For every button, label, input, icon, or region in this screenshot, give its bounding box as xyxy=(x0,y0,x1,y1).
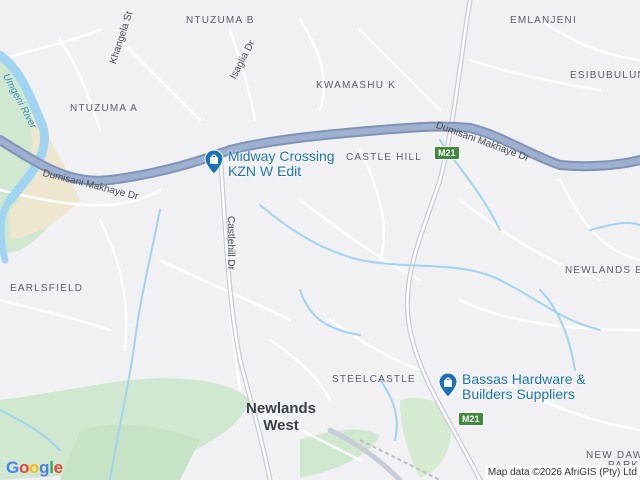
suburb-label-newlands-west[interactable]: Newlands West xyxy=(246,400,316,434)
area-label-ntuzuma-b: NTUZUMA B xyxy=(186,15,255,26)
area-label-steelcastle: STEELCASTLE xyxy=(332,374,416,385)
area-label-esibubulungu: ESIBUBULUN xyxy=(570,70,640,81)
poi-bassas-hardware-line2: Builders Suppliers xyxy=(462,386,575,402)
poi-midway-crossing[interactable]: Midway Crossing KZN W Edit xyxy=(204,149,335,179)
area-label-newlands-east: NEWLANDS EA xyxy=(565,265,640,276)
poi-bassas-hardware-label: Bassas Hardware & Builders Suppliers xyxy=(462,372,586,402)
shopping-bag-icon xyxy=(438,372,458,398)
route-shield-m21-bottom: M21 xyxy=(458,412,484,426)
map-base-layer xyxy=(0,0,640,480)
area-label-ntuzuma-a: NTUZUMA A xyxy=(70,103,139,114)
poi-bassas-hardware-line1: Bassas Hardware & xyxy=(462,371,586,387)
poi-bassas-hardware[interactable]: Bassas Hardware & Builders Suppliers xyxy=(438,372,586,402)
area-label-kwamashu-k: KWAMASHU K xyxy=(316,80,396,91)
route-shield-m21-top: M21 xyxy=(434,146,460,160)
poi-midway-crossing-line1: Midway Crossing xyxy=(228,148,335,164)
shopping-bag-icon xyxy=(204,149,224,175)
street-label-castlehill: Castlehill Dr xyxy=(225,216,236,270)
suburb-label-newlands-west-line1: Newlands xyxy=(246,400,317,417)
poi-midway-crossing-line2: KZN W Edit xyxy=(228,163,302,179)
suburb-label-newlands-west-line2: West xyxy=(263,417,299,434)
poi-midway-crossing-label: Midway Crossing KZN W Edit xyxy=(228,149,335,179)
area-label-earlsfield: EARLSFIELD xyxy=(10,283,84,294)
area-label-emlanjeni: EMLANJENI xyxy=(510,15,577,26)
map-canvas[interactable]: NTUZUMA B EMLANJENI ESIBUBULUN KWAMASHU … xyxy=(0,0,640,480)
area-label-castle-hill: CASTLE HILL xyxy=(346,152,423,163)
map-attribution[interactable]: Map data ©2026 AfriGIS (Pty) Ltd xyxy=(484,465,640,480)
google-logo[interactable]: Google xyxy=(6,458,63,478)
